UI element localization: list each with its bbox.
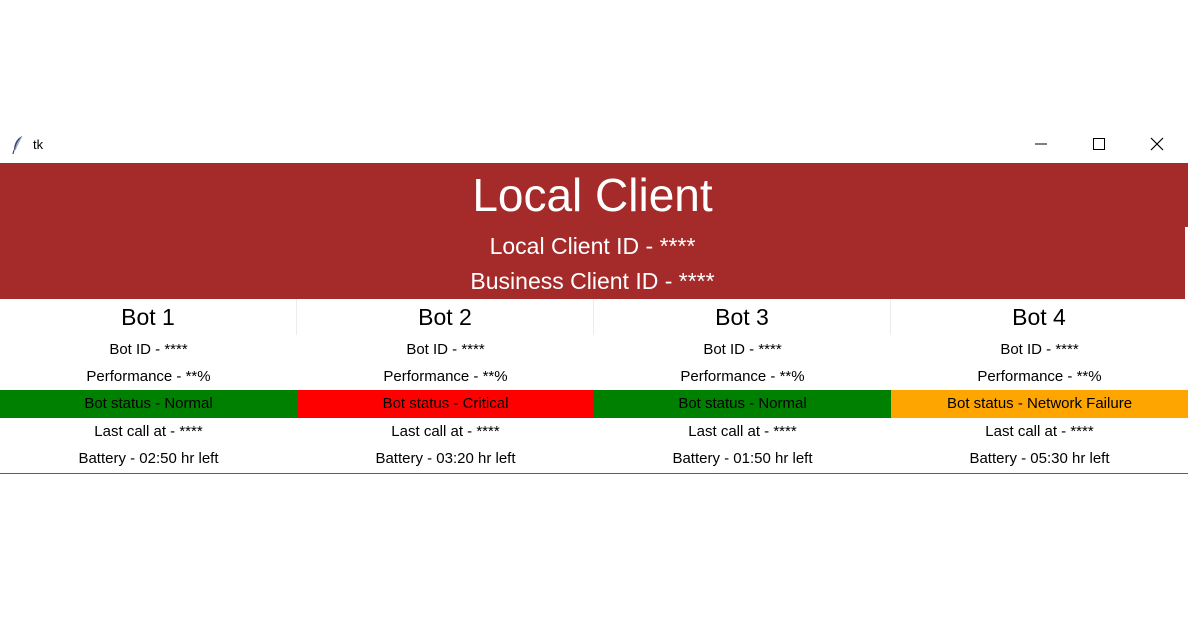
bot-id: Bot ID - **** <box>703 341 782 358</box>
bot-id: Bot ID - **** <box>406 341 485 358</box>
close-button[interactable] <box>1128 128 1186 160</box>
client-header: Local Client Local Client ID - **** Busi… <box>0 163 1185 299</box>
bot-last-call: Last call at - **** <box>391 423 500 440</box>
client-title: Local Client <box>472 169 713 221</box>
bot-status: Bot status - Critical <box>297 390 594 418</box>
maximize-button[interactable] <box>1070 128 1128 160</box>
bot-status: Bot status - Normal <box>594 390 891 418</box>
bot-name: Bot 1 <box>0 299 297 335</box>
local-client-id: Local Client ID - **** <box>489 233 696 259</box>
bot-name: Bot 2 <box>297 299 594 335</box>
minimize-icon <box>1035 143 1047 145</box>
bot-last-call: Last call at - **** <box>94 423 203 440</box>
feather-icon <box>10 135 26 155</box>
bot-name: Bot 4 <box>1012 304 1066 330</box>
bot-performance: Performance - **% <box>383 368 508 385</box>
bot-performance: Performance - **% <box>86 368 211 385</box>
bot-performance: Performance - **% <box>977 368 1102 385</box>
bot-grid: Bot 1 Bot ID - **** Performance - **% Bo… <box>0 299 1188 474</box>
maximize-icon <box>1093 138 1105 150</box>
bot-performance: Performance - **% <box>680 368 805 385</box>
minimize-button[interactable] <box>1012 128 1070 160</box>
close-icon <box>1150 137 1164 151</box>
bot-last-call: Last call at - **** <box>985 423 1094 440</box>
bot-battery: Battery - 05:30 hr left <box>969 450 1110 467</box>
bot-card-2: Bot 2 Bot ID - **** Performance - **% Bo… <box>297 299 594 473</box>
bot-battery: Battery - 03:20 hr left <box>375 450 516 467</box>
bot-battery: Battery - 01:50 hr left <box>672 450 813 467</box>
bot-name: Bot 3 <box>594 299 891 335</box>
bot-status: Bot status - Network Failure <box>891 390 1188 418</box>
business-client-id: Business Client ID - **** <box>470 268 715 294</box>
bot-card-1: Bot 1 Bot ID - **** Performance - **% Bo… <box>0 299 297 473</box>
window-title: tk <box>33 137 44 152</box>
bot-card-3: Bot 3 Bot ID - **** Performance - **% Bo… <box>594 299 891 473</box>
bot-card-4: Bot 4 Bot ID - **** Performance - **% Bo… <box>891 299 1188 473</box>
bot-battery: Battery - 02:50 hr left <box>78 450 219 467</box>
bottom-divider <box>0 473 1188 474</box>
app-window: tk Local Client Local Client ID - **** B… <box>0 128 1188 474</box>
bot-last-call: Last call at - **** <box>688 423 797 440</box>
title-bar[interactable]: tk <box>0 128 1188 163</box>
bot-status: Bot status - Normal <box>0 390 297 418</box>
bot-id: Bot ID - **** <box>109 341 188 358</box>
bot-id: Bot ID - **** <box>1000 341 1079 358</box>
